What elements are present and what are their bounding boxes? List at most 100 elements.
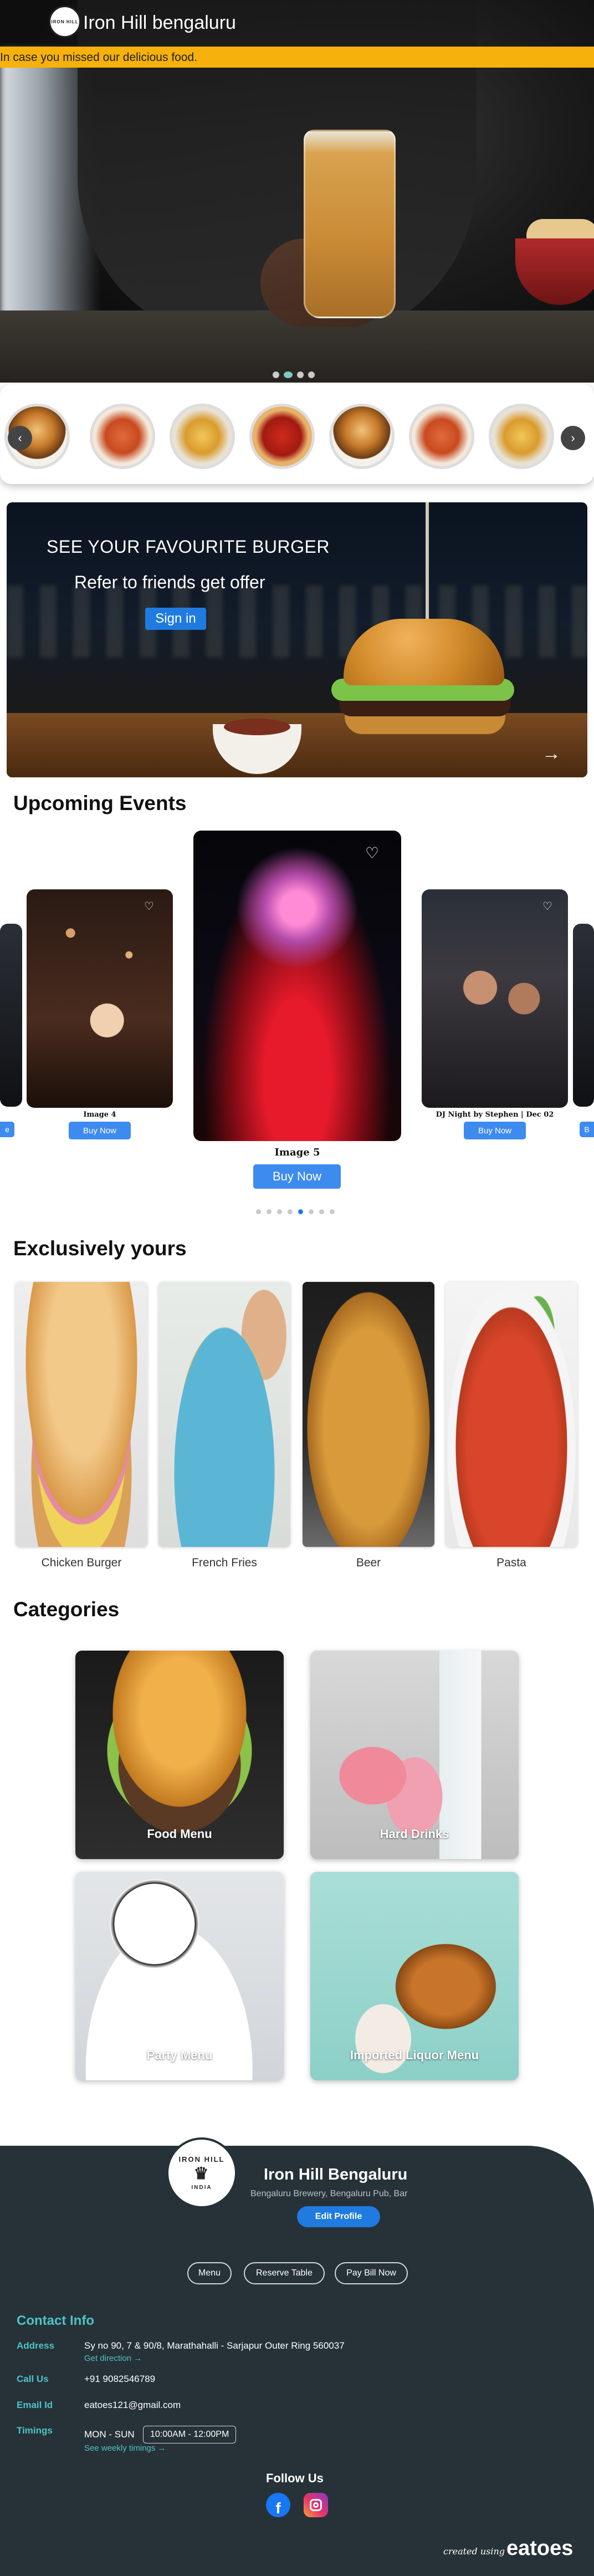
hero-banner-text: In case you missed our delicious food. [0,51,198,64]
instagram-icon[interactable] [304,2493,328,2517]
promo-banner: SEE YOUR FAVOURITE BURGER Refer to frien… [7,502,587,777]
exclusive-card-french-fries[interactable] [158,1282,290,1547]
event-dot[interactable] [267,1209,272,1214]
sign-in-button[interactable]: Sign in [145,608,206,630]
thumb-fries[interactable] [170,404,235,469]
event-dot[interactable] [309,1209,314,1214]
exclusive-label: Beer [356,1556,381,1569]
thumb-pasta[interactable] [90,404,155,469]
event-dot-active[interactable] [298,1209,303,1214]
timings-label: Timings [17,2425,53,2436]
hero-announcement-banner: In case you missed our delicious food. [0,47,594,68]
get-direction-link[interactable]: Get direction → [84,2354,142,2363]
facebook-icon[interactable]: f [266,2493,290,2517]
promo-subtitle: Refer to friends get offer [74,572,265,592]
event-dot[interactable] [319,1209,324,1214]
pay-bill-button[interactable]: Pay Bill Now [335,2262,408,2284]
hero-logo: IRON HILL [49,6,81,38]
promo-next-arrow-icon[interactable]: → [542,743,561,765]
event-image [193,831,401,1141]
exclusive-card-pasta[interactable] [445,1282,577,1547]
category-label: Imported Liquor Menu [350,2048,479,2062]
event-buy-button[interactable]: Buy Now [69,1122,131,1139]
hero-dot[interactable] [308,371,315,378]
menu-button[interactable]: Menu [187,2262,232,2284]
event-buy-button-edge-left[interactable]: e [0,1122,14,1137]
food-thumbnail-carousel: ‹ › [0,384,594,484]
event-buy-button[interactable]: Buy Now [464,1122,526,1139]
event-dot[interactable] [330,1209,335,1214]
reserve-table-button[interactable]: Reserve Table [244,2262,325,2284]
exclusive-card-chicken-burger[interactable] [16,1282,147,1547]
thumb-fries[interactable] [489,404,554,469]
email-value[interactable]: eatoes121@gmail.com [84,2400,181,2411]
event-image [27,889,173,1108]
hero-slide-indicators [273,371,315,378]
hero-dot-active[interactable] [284,371,293,378]
hero-dot[interactable] [273,371,279,378]
event-caption: Image 5 [274,1147,320,1158]
event-image [422,889,568,1108]
exclusive-card-beer[interactable] [303,1282,434,1547]
favorite-heart-icon[interactable]: ♡ [542,899,552,913]
instagram-glyph [310,2499,322,2511]
promo-bokeh [7,586,587,658]
phone-value[interactable]: +91 9082546789 [84,2374,155,2385]
events-slide-indicators [256,1209,335,1214]
categories-heading: Categories [13,1598,120,1621]
email-label: Email Id [17,2400,53,2410]
footer-logo-top-text: IRON HILL [178,2155,225,2163]
event-caption: Image 4 [83,1111,116,1119]
event-buy-button-edge-right[interactable]: B [580,1122,594,1137]
event-card[interactable]: ♡ [27,889,173,1129]
hero-logo-text: IRON HILL [51,19,79,24]
event-buy-button-featured[interactable]: Buy Now [253,1164,341,1189]
call-us-label: Call Us [17,2374,49,2384]
carousel-prev-button[interactable]: ‹ [8,426,32,450]
footer-logo-bottom-text: INDIA [191,2185,212,2191]
category-card-imported-liquor[interactable]: Imported Liquor Menu [310,1872,519,2080]
event-card-edge-left[interactable] [0,924,22,1107]
created-using-text: created using [443,2546,505,2557]
weekly-timings-link[interactable]: See weekly timings → [84,2443,166,2453]
edit-profile-button[interactable]: Edit Profile [297,2206,380,2227]
footer-restaurant-name: Iron Hill Bengaluru [264,2166,408,2183]
category-label: Party Menu [146,2048,213,2062]
event-caption: DJ Night by Stephen | Dec 02 [436,1111,554,1119]
events-heading: Upcoming Events [13,792,187,814]
category-label: Food Menu [147,1827,212,1841]
thumb-burger[interactable] [329,404,395,469]
favorite-heart-icon[interactable]: ♡ [365,844,379,862]
favorite-heart-icon[interactable]: ♡ [144,899,154,913]
category-card-party-menu[interactable]: Party Menu [75,1872,284,2080]
thumb-pasta[interactable] [409,404,474,469]
carousel-next-button[interactable]: › [561,426,585,450]
hero-title: Iron Hill bengaluru [83,12,236,33]
category-card-hard-drinks[interactable]: Hard Drinks [310,1651,519,1859]
event-card-edge-right[interactable] [573,924,594,1107]
address-label: Address [17,2340,55,2351]
eatoes-brand[interactable]: eatoes [506,2537,573,2560]
event-dot[interactable] [256,1209,261,1214]
timings-hours: 10:00AM - 12:00PM [143,2426,237,2443]
event-card-featured[interactable]: ♡ [193,831,401,1141]
exclusive-heading: Exclusively yours [13,1237,187,1260]
exclusive-label: French Fries [192,1556,257,1569]
exclusive-label: Pasta [496,1556,526,1569]
promo-title: SEE YOUR FAVOURITE BURGER [47,537,330,557]
exclusive-label: Chicken Burger [41,1556,122,1569]
event-card[interactable]: ♡ [422,889,568,1129]
event-dot[interactable] [277,1209,282,1214]
follow-us-heading: Follow Us [266,2471,324,2485]
category-card-food-menu[interactable]: Food Menu [75,1651,284,1859]
hero-beer-glass [304,130,396,318]
timings-days: MON - SUN [84,2429,135,2440]
thumb-soup[interactable] [249,404,315,469]
contact-info-heading: Contact Info [17,2313,94,2328]
footer-tags: Bengaluru Brewery, Bengaluru Pub, Bar [250,2189,408,2198]
address-value: Sy no 90, 7 & 90/8, Marathahalli - Sarja… [84,2340,345,2351]
event-dot[interactable] [288,1209,293,1214]
hero-bowl [515,238,594,305]
hero-dot[interactable] [297,371,304,378]
footer-logo-emblem-icon: ♛ [193,2165,210,2183]
